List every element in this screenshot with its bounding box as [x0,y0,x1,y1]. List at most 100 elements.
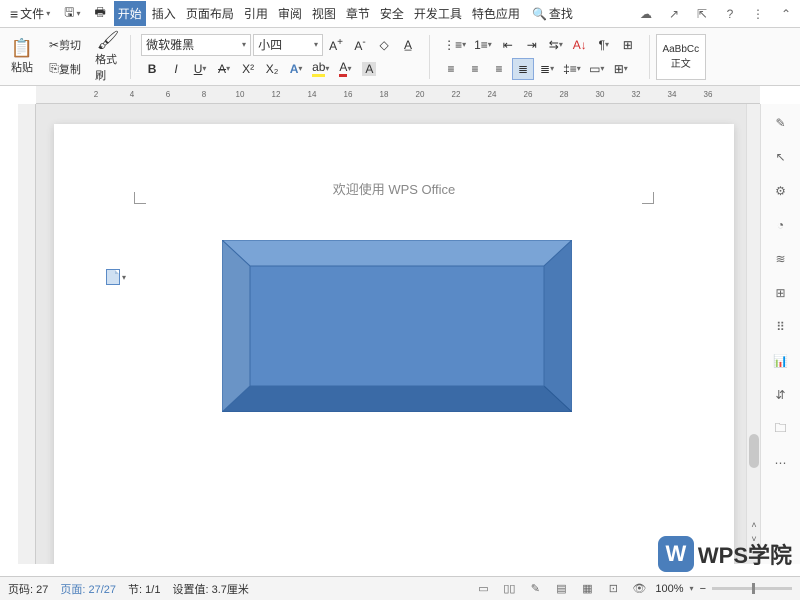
layers-panel-button[interactable]: ≋ [770,248,792,270]
document-page: 欢迎使用 WPS Office ▾ [54,124,734,564]
align-right-button[interactable]: ≡ [488,58,510,80]
distribute-button[interactable]: ≣▾ [536,58,558,80]
superscript-button[interactable]: X² [237,58,259,80]
style-preview[interactable]: AaBbCc 正文 [656,34,706,80]
view-print-button[interactable]: ▤ [551,579,571,599]
more-button[interactable]: ⋮ [748,4,768,24]
align-center-button[interactable]: ≡ [464,58,486,80]
justify-button[interactable]: ≣ [512,58,534,80]
subscript-button[interactable]: X₂ [261,58,283,80]
clear-format-button[interactable]: ◇ [373,34,395,56]
cut-button[interactable]: ✂ 剪切 [46,34,84,56]
text-effects-button[interactable]: A▾ [285,58,307,80]
tab-section[interactable]: 章节 [342,1,374,26]
document-area[interactable]: 欢迎使用 WPS Office ▾ [36,104,760,564]
shape-panel-button[interactable]: ◔ [770,214,792,236]
highlight-button[interactable]: ab▾ [309,58,332,80]
zoom-slider[interactable] [712,587,792,590]
view-outline-button[interactable]: ▭ [473,579,493,599]
menubar: ≡ 文件 ▾ 🖫▾ 🖶 开始 插入 页面布局 引用 审阅 视图 章节 安全 开发… [0,0,800,28]
scrollbar-thumb[interactable] [749,434,759,468]
italic-button[interactable]: I [165,58,187,80]
tab-dev-tools[interactable]: 开发工具 [410,1,466,26]
layout-options-tag[interactable]: ▾ [106,269,126,285]
paste-button[interactable]: 📋 粘贴 [6,35,38,79]
export-button[interactable]: ⇱ [692,4,712,24]
cut-label: 剪切 [59,37,81,53]
indent-icon: ⇥ [527,38,537,52]
save-button[interactable]: 🖫▾ [58,0,86,27]
tab-settings-button[interactable]: ⇆▾ [545,34,567,56]
app-menu-button[interactable]: ≡ 文件 ▾ [4,2,56,25]
select-panel-button[interactable]: ↖ [770,146,792,168]
tab-home[interactable]: 开始 [114,1,146,26]
strikethrough-button[interactable]: A▾ [213,58,235,80]
line-spacing-button[interactable]: ‡≡▾ [560,58,584,80]
table-panel-button[interactable]: ⊞ [770,282,792,304]
share-button[interactable]: ↗ [664,4,684,24]
decrease-font-button[interactable]: A- [349,34,371,56]
highlight-icon: ab [312,60,325,77]
numbering-button[interactable]: 1≡▾ [471,34,495,56]
chevron-down-icon: ▾ [226,64,230,73]
char-shading-button[interactable]: A [358,58,380,80]
settings-panel-button[interactable]: ⚙ [770,180,792,202]
increase-indent-button[interactable]: ⇥ [521,34,543,56]
resource-panel-button[interactable]: 🗀 [770,418,792,440]
chart-panel-button[interactable]: 📊 [770,350,792,372]
view-book-button[interactable]: ▯▯ [499,579,519,599]
help-button[interactable]: ? [720,4,740,24]
view-reading-button[interactable]: ✎ [525,579,545,599]
search-button[interactable]: 🔍 查找 [526,2,579,25]
zoom-out-button[interactable]: − [700,583,706,595]
decrease-indent-button[interactable]: ⇤ [497,34,519,56]
chevron-down-icon: ▾ [600,64,604,73]
tab-insert[interactable]: 插入 [148,1,180,26]
sort-button[interactable]: A↓ [569,34,591,56]
print-button[interactable]: 🖶 [88,0,111,27]
view-web-button[interactable]: ▦ [577,579,597,599]
underline-button[interactable]: U▾ [189,58,211,80]
tab-review[interactable]: 审阅 [274,1,306,26]
bold-button[interactable]: B [141,58,163,80]
focus-icon: ⊡ [609,582,618,595]
borders-button[interactable]: ⊞ [617,34,639,56]
tab-special-apps[interactable]: 特色应用 [468,1,524,26]
bullets-button[interactable]: ⋮≡▾ [440,34,469,56]
tab-security[interactable]: 安全 [376,1,408,26]
vertical-scrollbar[interactable]: ˄ ˅ [746,104,760,560]
tab-references[interactable]: 引用 [240,1,272,26]
show-marks-button[interactable]: ¶▾ [593,34,615,56]
chevron-down-icon: ▾ [462,40,466,49]
view-eye-button[interactable]: 👁 [629,579,649,599]
bevel-shape[interactable] [222,240,572,412]
apps-panel-button[interactable]: ⠿ [770,316,792,338]
copy-button[interactable]: ⎘ 复制 [46,58,84,80]
vertical-ruler[interactable] [18,104,36,564]
tab-page-layout[interactable]: 页面布局 [182,1,238,26]
increase-font-button[interactable]: A+ [325,34,347,56]
wps-logo-icon: W [658,536,694,572]
zoom-value[interactable]: 100% [655,583,683,595]
change-case-button[interactable]: A̲ [397,34,419,56]
file-menu-label: 文件 [20,5,44,22]
border-style-button[interactable]: ⊞▾ [610,58,632,80]
format-painter-button[interactable]: 🖌 格式刷 [92,35,124,79]
chevron-down-icon: ▾ [325,64,329,73]
more-panel-button[interactable]: ⋯ [770,452,792,474]
horizontal-ruler[interactable]: 24681012141618202224262830323436 [36,86,760,104]
font-family-select[interactable]: 微软雅黑▾ [141,34,251,56]
paragraph-group: ⋮≡▾ 1≡▾ ⇤ ⇥ ⇆▾ A↓ ¶▾ ⊞ ≡ ≡ ≡ ≣ ≣▾ ‡≡▾ ▭▾… [436,34,643,80]
edit-panel-button[interactable]: ✎ [770,112,792,134]
align-left-button[interactable]: ≡ [440,58,462,80]
filter-panel-button[interactable]: ⇵ [770,384,792,406]
font-size-select[interactable]: 小四▾ [253,34,323,56]
separator [649,35,650,79]
scroll-up-button[interactable]: ˄ [747,518,761,532]
shading-button[interactable]: ▭▾ [586,58,608,80]
cloud-sync-button[interactable]: ☁ [636,4,656,24]
view-focus-button[interactable]: ⊡ [603,579,623,599]
font-color-button[interactable]: A▾ [334,58,356,80]
collapse-ribbon-button[interactable]: ⌃ [776,4,796,24]
tab-view[interactable]: 视图 [308,1,340,26]
